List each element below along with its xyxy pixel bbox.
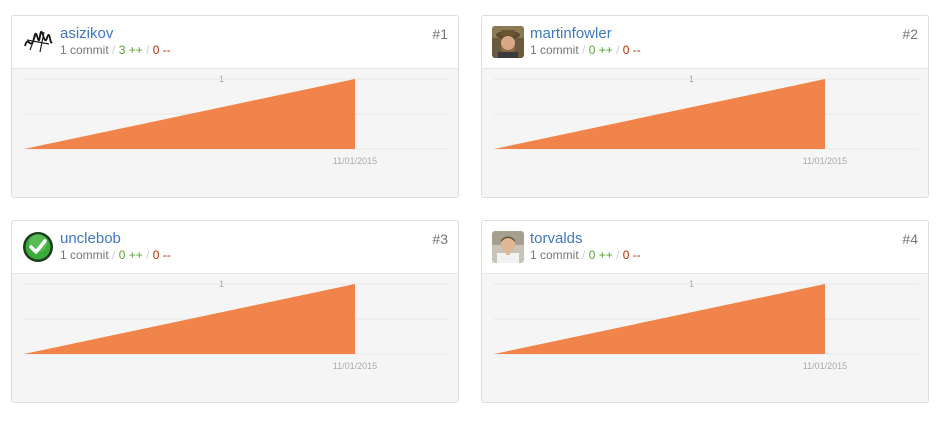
chart-y-tick-label: 1 <box>219 74 224 84</box>
stats-separator: / <box>146 43 150 57</box>
commit-count: 1 commit <box>530 43 579 57</box>
contributor-header: asizikov 1 commit / 3 ++ / 0 -- #1 <box>12 16 458 69</box>
contributor-header: unclebob 1 commit / 0 ++ / 0 -- #3 <box>12 221 458 274</box>
contributor-stats: 1 commit / 0 ++ / 0 -- <box>60 248 171 262</box>
chart-y-tick-label: 1 <box>689 74 694 84</box>
commit-count: 1 commit <box>60 248 109 262</box>
contributor-card: torvalds 1 commit / 0 ++ / 0 -- #4 1 11/0… <box>481 220 929 403</box>
stats-separator: / <box>582 43 586 57</box>
deletions-count: 0 -- <box>622 248 641 262</box>
chart-x-tick-label: 11/01/2015 <box>803 361 847 371</box>
photo-avatar-icon[interactable] <box>492 26 524 58</box>
contributor-stats: 1 commit / 3 ++ / 0 -- <box>60 43 171 57</box>
signature-avatar-icon[interactable] <box>22 26 54 58</box>
additions-count: 0 ++ <box>588 248 613 262</box>
contributor-header: martinfowler 1 commit / 0 ++ / 0 -- #2 <box>482 16 928 69</box>
contribution-chart: 1 11/01/2015 <box>482 274 928 402</box>
contribution-chart: 1 11/01/2015 <box>482 69 928 197</box>
chart-x-tick-label: 11/01/2015 <box>333 361 377 371</box>
contributor-username-link[interactable]: asizikov <box>60 25 113 42</box>
contributor-card: asizikov 1 commit / 3 ++ / 0 -- #1 1 11/0… <box>11 15 459 198</box>
chart-x-tick-label: 11/01/2015 <box>803 156 847 166</box>
stats-separator: / <box>616 43 620 57</box>
stats-separator: / <box>582 248 586 262</box>
contribution-chart-svg: 1 11/01/2015 <box>24 279 449 371</box>
contribution-chart-svg: 1 11/01/2015 <box>494 279 919 371</box>
stats-separator: / <box>112 248 116 262</box>
contributor-rank: #1 <box>432 26 448 42</box>
contributors-grid: asizikov 1 commit / 3 ++ / 0 -- #1 1 11/0… <box>0 0 949 424</box>
contribution-chart-svg: 1 11/01/2015 <box>494 74 919 166</box>
stats-separator: / <box>146 248 150 262</box>
deletions-count: 0 -- <box>152 248 171 262</box>
additions-count: 0 ++ <box>118 248 143 262</box>
commit-count: 1 commit <box>530 248 579 262</box>
deletions-count: 0 -- <box>152 43 171 57</box>
additions-count: 3 ++ <box>118 43 143 57</box>
contributor-rank: #4 <box>902 231 918 247</box>
chart-y-tick-label: 1 <box>689 279 694 289</box>
stats-separator: / <box>616 248 620 262</box>
chart-y-tick-label: 1 <box>219 279 224 289</box>
contribution-chart-svg: 1 11/01/2015 <box>24 74 449 166</box>
contributor-username-link[interactable]: torvalds <box>530 230 583 247</box>
contributor-header: torvalds 1 commit / 0 ++ / 0 -- #4 <box>482 221 928 274</box>
contributor-card: unclebob 1 commit / 0 ++ / 0 -- #3 1 11/0… <box>11 220 459 403</box>
contributor-rank: #3 <box>432 231 448 247</box>
green-check-avatar-icon[interactable] <box>22 231 54 263</box>
chart-x-tick-label: 11/01/2015 <box>333 156 377 166</box>
commit-count: 1 commit <box>60 43 109 57</box>
deletions-count: 0 -- <box>622 43 641 57</box>
stats-separator: / <box>112 43 116 57</box>
contribution-chart: 1 11/01/2015 <box>12 69 458 197</box>
contributor-card: martinfowler 1 commit / 0 ++ / 0 -- #2 1… <box>481 15 929 198</box>
photo-avatar-icon[interactable] <box>492 231 524 263</box>
contributor-stats: 1 commit / 0 ++ / 0 -- <box>530 248 641 262</box>
contributor-rank: #2 <box>902 26 918 42</box>
contributor-username-link[interactable]: unclebob <box>60 230 121 247</box>
additions-count: 0 ++ <box>588 43 613 57</box>
contributor-username-link[interactable]: martinfowler <box>530 25 612 42</box>
contribution-chart: 1 11/01/2015 <box>12 274 458 402</box>
contributor-stats: 1 commit / 0 ++ / 0 -- <box>530 43 641 57</box>
